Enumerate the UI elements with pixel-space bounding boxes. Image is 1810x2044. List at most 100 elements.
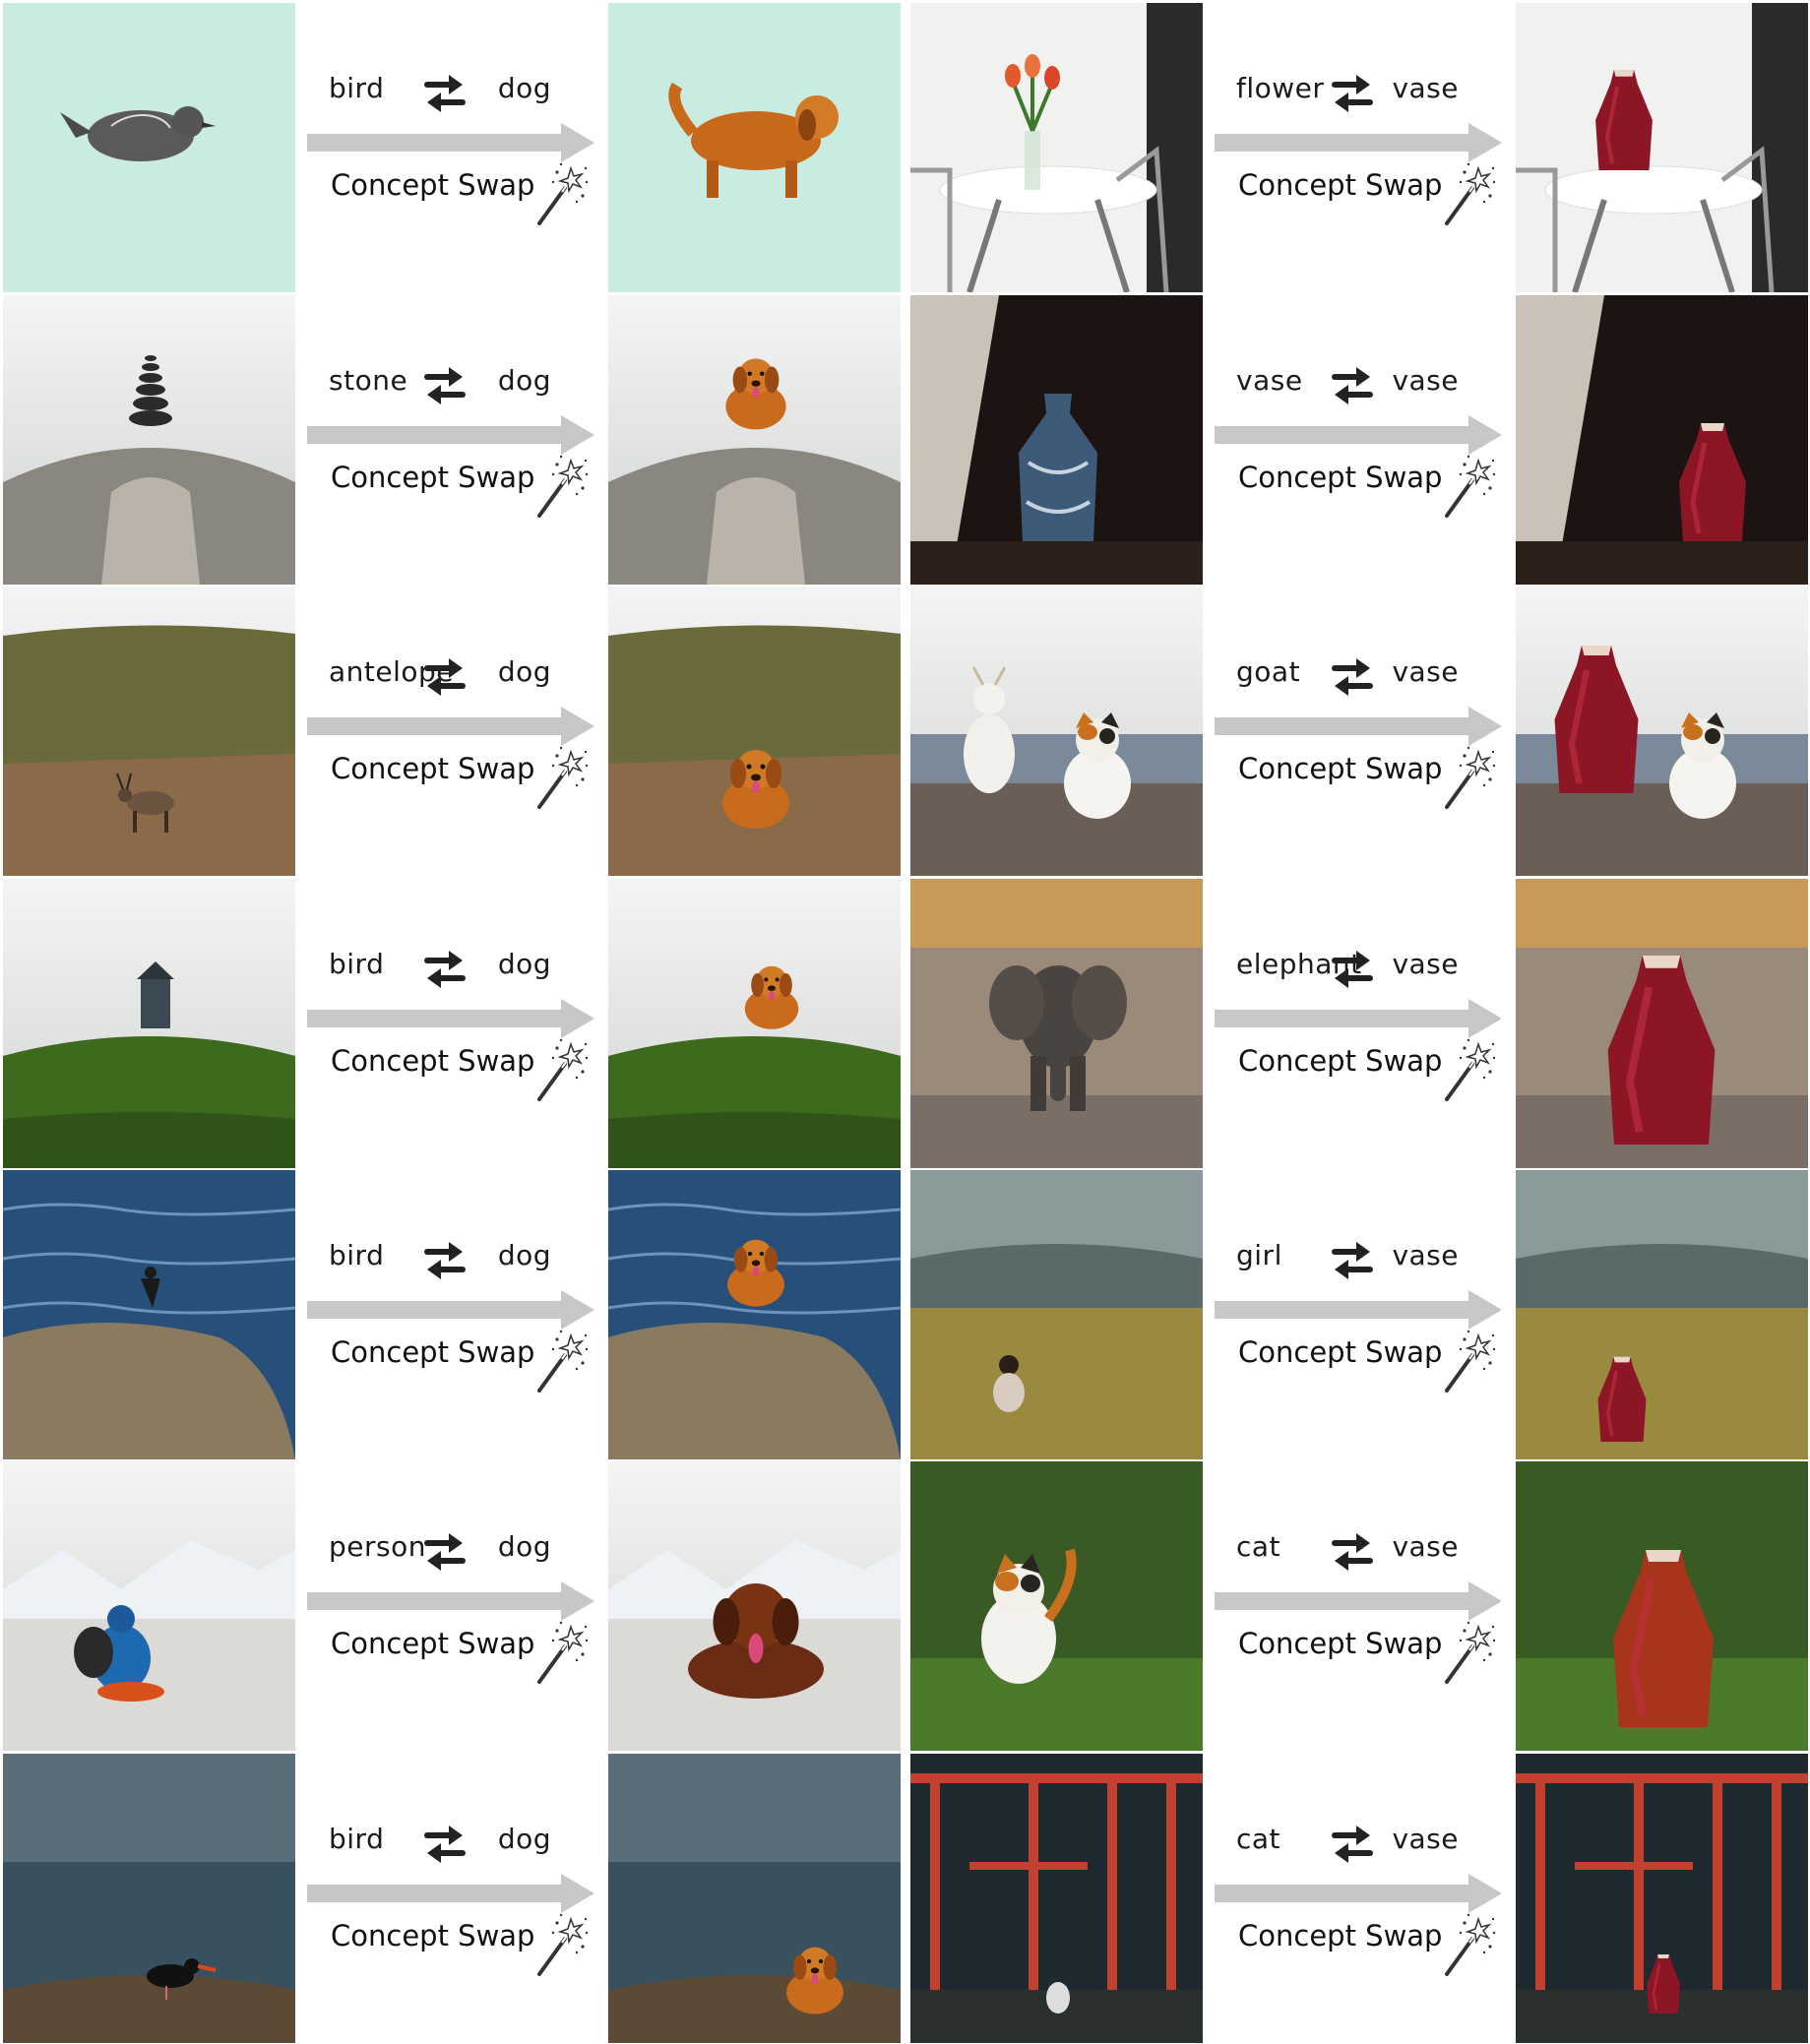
target-concept-label: dog [497, 1239, 551, 1271]
input-image-left [3, 1170, 295, 1459]
magic-wand-icon [1439, 162, 1496, 227]
swap-arrows-icon [421, 948, 468, 991]
source-concept-label: goat [1236, 655, 1301, 688]
source-concept-label: cat [1236, 1823, 1281, 1855]
operation-label: Concept Swap [1238, 1627, 1443, 1660]
source-concept-label: bird [329, 1823, 385, 1855]
right-arrow-icon [307, 123, 594, 162]
output-image-left [608, 295, 901, 585]
operation-label: Concept Swap [1238, 461, 1443, 494]
magic-wand-icon [531, 162, 589, 227]
swap-panel-right: goat vase Concept Swap [1203, 587, 1516, 876]
output-image-left [608, 1754, 901, 2043]
output-image-left [608, 1170, 901, 1459]
input-image-left [3, 879, 295, 1168]
operation-label: Concept Swap [1238, 168, 1443, 202]
swap-arrows-icon [421, 1823, 468, 1866]
input-image-left [3, 587, 295, 876]
operation-label: Concept Swap [331, 752, 535, 785]
input-image-right [910, 1461, 1203, 1751]
operation-label: Concept Swap [331, 1335, 535, 1369]
swap-panel-right: cat vase Concept Swap [1203, 1461, 1516, 1751]
magic-wand-icon [1439, 1038, 1496, 1103]
swap-arrows-icon [1329, 1239, 1376, 1282]
magic-wand-icon [531, 1913, 589, 1978]
output-image-left [608, 3, 901, 292]
operation-label: Concept Swap [1238, 1919, 1443, 1952]
right-arrow-icon [1215, 707, 1502, 746]
swap-arrows-icon [1329, 72, 1376, 115]
target-concept-label: vase [1392, 1239, 1459, 1271]
swap-panel-left: bird dog Concept Swap [295, 879, 608, 1168]
magic-wand-icon [1439, 1330, 1496, 1394]
source-concept-label: girl [1236, 1239, 1282, 1271]
source-concept-label: vase [1236, 364, 1303, 397]
input-image-right [910, 3, 1203, 292]
input-image-right [910, 587, 1203, 876]
input-image-right [910, 1170, 1203, 1459]
target-concept-label: vase [1392, 1530, 1459, 1563]
operation-label: Concept Swap [331, 1919, 535, 1952]
input-image-right [910, 1754, 1203, 2043]
right-arrow-icon [307, 999, 594, 1038]
swap-panel-right: vase vase Concept Swap [1203, 295, 1516, 585]
output-image-right [1516, 879, 1808, 1168]
magic-wand-icon [531, 746, 589, 811]
swap-arrows-icon [421, 1239, 468, 1282]
operation-label: Concept Swap [1238, 752, 1443, 785]
target-concept-label: dog [497, 364, 551, 397]
magic-wand-icon [1439, 1621, 1496, 1686]
right-arrow-icon [1215, 415, 1502, 455]
swap-arrows-icon [1329, 1530, 1376, 1574]
magic-wand-icon [531, 1038, 589, 1103]
operation-label: Concept Swap [331, 168, 535, 202]
operation-label: Concept Swap [331, 1627, 535, 1660]
magic-wand-icon [531, 1330, 589, 1394]
right-arrow-icon [1215, 999, 1502, 1038]
swap-panel-left: antelope dog Concept Swap [295, 587, 608, 876]
source-concept-label: cat [1236, 1530, 1281, 1563]
swap-arrows-icon [1329, 655, 1376, 699]
output-image-right [1516, 1170, 1808, 1459]
input-image-left [3, 295, 295, 585]
source-concept-label: bird [329, 948, 385, 980]
output-image-right [1516, 587, 1808, 876]
swap-arrows-icon [421, 1530, 468, 1574]
output-image-right [1516, 1461, 1808, 1751]
swap-panel-right: girl vase Concept Swap [1203, 1170, 1516, 1459]
target-concept-label: dog [497, 1823, 551, 1855]
magic-wand-icon [1439, 455, 1496, 520]
swap-panel-left: bird dog Concept Swap [295, 1754, 608, 2043]
swap-panel-left: bird dog Concept Swap [295, 1170, 608, 1459]
right-arrow-icon [307, 1874, 594, 1913]
input-image-left [3, 3, 295, 292]
magic-wand-icon [531, 1621, 589, 1686]
swap-arrows-icon [1329, 1823, 1376, 1866]
right-arrow-icon [307, 415, 594, 455]
swap-panel-left: bird dog Concept Swap [295, 3, 608, 292]
right-arrow-icon [307, 1581, 594, 1621]
target-concept-label: vase [1392, 948, 1459, 980]
right-arrow-icon [1215, 1874, 1502, 1913]
swap-panel-right: flower vase Concept Swap [1203, 3, 1516, 292]
target-concept-label: vase [1392, 1823, 1459, 1855]
output-image-left [608, 879, 901, 1168]
output-image-right [1516, 3, 1808, 292]
right-arrow-icon [1215, 1290, 1502, 1330]
operation-label: Concept Swap [331, 461, 535, 494]
swap-arrows-icon [1329, 364, 1376, 407]
swap-arrows-icon [421, 364, 468, 407]
source-concept-label: flower [1236, 72, 1325, 104]
output-image-left [608, 1461, 901, 1751]
target-concept-label: vase [1392, 655, 1459, 688]
target-concept-label: dog [497, 655, 551, 688]
right-arrow-icon [1215, 123, 1502, 162]
source-concept-label: stone [329, 364, 408, 397]
operation-label: Concept Swap [331, 1044, 535, 1078]
target-concept-label: dog [497, 1530, 551, 1563]
input-image-left [3, 1754, 295, 2043]
magic-wand-icon [1439, 746, 1496, 811]
input-image-left [3, 1461, 295, 1751]
target-concept-label: vase [1392, 364, 1459, 397]
magic-wand-icon [531, 455, 589, 520]
